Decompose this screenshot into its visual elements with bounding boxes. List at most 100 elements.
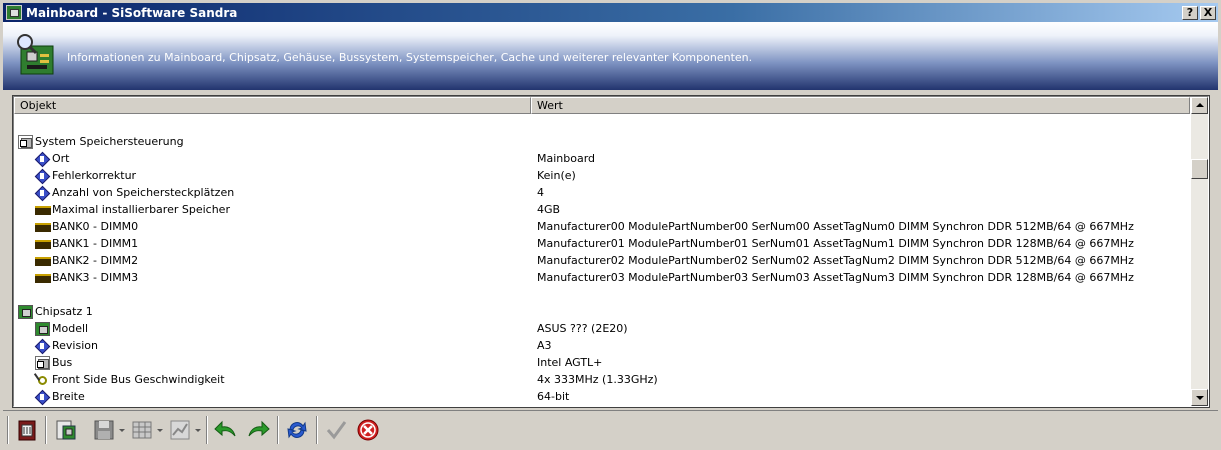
list-header: Objekt Wert	[14, 97, 1190, 114]
save-icon	[94, 420, 114, 440]
list-item-row[interactable]: Maximal installierbarer Speicher 4GB	[14, 202, 1190, 219]
info-icon	[35, 169, 50, 183]
vertical-scrollbar[interactable]	[1191, 97, 1208, 406]
list-item-row[interactable]: Fehlerkorrektur Kein(e)	[14, 168, 1190, 185]
scroll-down-button[interactable]	[1191, 389, 1208, 406]
row-value: Manufacturer00 ModulePartNumber00 SerNum…	[537, 220, 1134, 233]
chart-dropdown-arrow[interactable]	[195, 429, 201, 432]
row-value: Kein(e)	[537, 169, 576, 182]
row-value: 4GB	[537, 203, 561, 216]
details-list[interactable]: Objekt Wert System Speichersteuerung Ort M…	[12, 95, 1210, 408]
row-value: Mainboard	[537, 152, 596, 165]
header-banner: Informationen zu Mainboard, Chipsatz, Ge…	[3, 22, 1218, 90]
chart-button[interactable]	[167, 417, 193, 443]
table-button[interactable]	[129, 417, 155, 443]
row-value: 4x 333MHz (1.33GHz)	[537, 373, 658, 386]
chart-icon	[170, 420, 190, 440]
ok-button[interactable]	[323, 417, 349, 443]
banner-description: Informationen zu Mainboard, Chipsatz, Ge…	[67, 51, 753, 64]
info-icon	[35, 339, 50, 353]
refresh-button[interactable]	[284, 417, 310, 443]
cancel-button[interactable]	[355, 417, 381, 443]
row-name: BANK0 - DIMM0	[52, 220, 139, 233]
list-group-row[interactable]: Chipsatz 1	[14, 304, 1190, 321]
list-item-row[interactable]: Anzahl von Speichersteckplätzen 4	[14, 185, 1190, 202]
row-value: ASUS ??? (2E20)	[537, 322, 628, 335]
row-name: Ort	[52, 152, 70, 165]
save-dropdown-arrow[interactable]	[119, 429, 125, 432]
folder-icon	[18, 135, 33, 149]
row-value: Manufacturer03 ModulePartNumber03 SerNum…	[537, 271, 1134, 284]
report-icon	[56, 420, 76, 440]
row-name: Fehlerkorrektur	[52, 169, 137, 182]
column-header-wert[interactable]: Wert	[531, 97, 1190, 114]
ram-icon	[35, 274, 51, 283]
info-icon	[35, 152, 50, 166]
ram-icon	[35, 240, 51, 249]
row-value: Intel AGTL+	[537, 356, 603, 369]
close-button[interactable]: X	[1200, 5, 1216, 20]
ram-icon	[35, 257, 51, 266]
report-button[interactable]	[53, 417, 79, 443]
row-name: Bus	[52, 356, 73, 369]
bottom-toolbar	[3, 410, 1218, 448]
list-item-row[interactable]: Bus Intel AGTL+	[14, 355, 1190, 372]
save-button[interactable]	[91, 417, 117, 443]
list-item-row[interactable]: Ort Mainboard	[14, 151, 1190, 168]
row-name: Revision	[52, 339, 98, 352]
row-name: Anzahl von Speichersteckplätzen	[52, 186, 235, 199]
list-item-row[interactable]: Revision A3	[14, 338, 1190, 355]
row-name: System Speichersteuerung	[35, 135, 184, 148]
ram-icon	[35, 223, 51, 232]
list-item-row[interactable]: BANK1 - DIMM1 Manufacturer01 ModulePartNu…	[14, 236, 1190, 253]
list-item-row[interactable]: Front Side Bus Geschwindigkeit 4x 333MHz …	[14, 372, 1190, 389]
module-icon	[18, 420, 36, 441]
chip-icon	[35, 322, 50, 336]
list-item-row[interactable]: Modell ASUS ??? (2E20)	[14, 321, 1190, 338]
help-button[interactable]: ?	[1182, 5, 1198, 20]
row-value: 64-bit	[537, 390, 570, 403]
list-group-row[interactable]: System Speichersteuerung	[14, 134, 1190, 151]
row-name: BANK2 - DIMM2	[52, 254, 139, 267]
table-icon	[132, 421, 152, 439]
forward-arrow-icon	[248, 420, 270, 437]
table-dropdown-arrow[interactable]	[157, 429, 163, 432]
ram-icon	[35, 206, 51, 215]
back-button[interactable]	[213, 417, 239, 443]
row-name: Maximal installierbarer Speicher	[52, 203, 230, 216]
info-icon	[35, 390, 50, 404]
row-value: Manufacturer01 ModulePartNumber01 SerNum…	[537, 237, 1134, 250]
cancel-icon	[357, 419, 379, 441]
list-item-row[interactable]: BANK0 - DIMM0 Manufacturer00 ModulePartNu…	[14, 219, 1190, 236]
row-value: A3	[537, 339, 552, 352]
row-name: BANK3 - DIMM3	[52, 271, 139, 284]
list-item-row[interactable]: BANK2 - DIMM2 Manufacturer02 ModulePartNu…	[14, 253, 1190, 270]
scroll-thumb[interactable]	[1191, 159, 1208, 179]
toolbar-separator	[45, 416, 47, 444]
module-button[interactable]	[14, 417, 40, 443]
title-bar: Mainboard - SiSoftware Sandra ? X	[3, 3, 1218, 22]
row-name: Front Side Bus Geschwindigkeit	[52, 373, 225, 386]
refresh-icon	[287, 421, 307, 439]
folder-icon	[35, 356, 50, 370]
toolbar-separator	[277, 416, 279, 444]
gauge-icon	[35, 373, 50, 387]
list-rows: System Speichersteuerung Ort Mainboard Fehl…	[14, 114, 1190, 406]
toolbar-separator	[316, 416, 318, 444]
toolbar-separator	[206, 416, 208, 444]
scroll-up-button[interactable]	[1191, 97, 1208, 114]
row-value: 4	[537, 186, 544, 199]
forward-button[interactable]	[245, 417, 271, 443]
row-name: Modell	[52, 322, 89, 335]
mainboard-app-icon	[6, 5, 22, 20]
back-arrow-icon	[214, 420, 236, 437]
chip-icon	[18, 305, 33, 319]
window-title: Mainboard - SiSoftware Sandra	[26, 5, 238, 20]
toolbar-separator	[7, 416, 9, 444]
column-header-objekt[interactable]: Objekt	[14, 97, 531, 114]
list-item-row[interactable]: BANK3 - DIMM3 Manufacturer03 ModulePartNu…	[14, 270, 1190, 287]
info-icon	[35, 186, 50, 200]
row-name: Chipsatz 1	[35, 305, 93, 318]
list-item-row[interactable]: Breite 64-bit	[14, 389, 1190, 406]
checkmark-icon	[326, 421, 347, 440]
